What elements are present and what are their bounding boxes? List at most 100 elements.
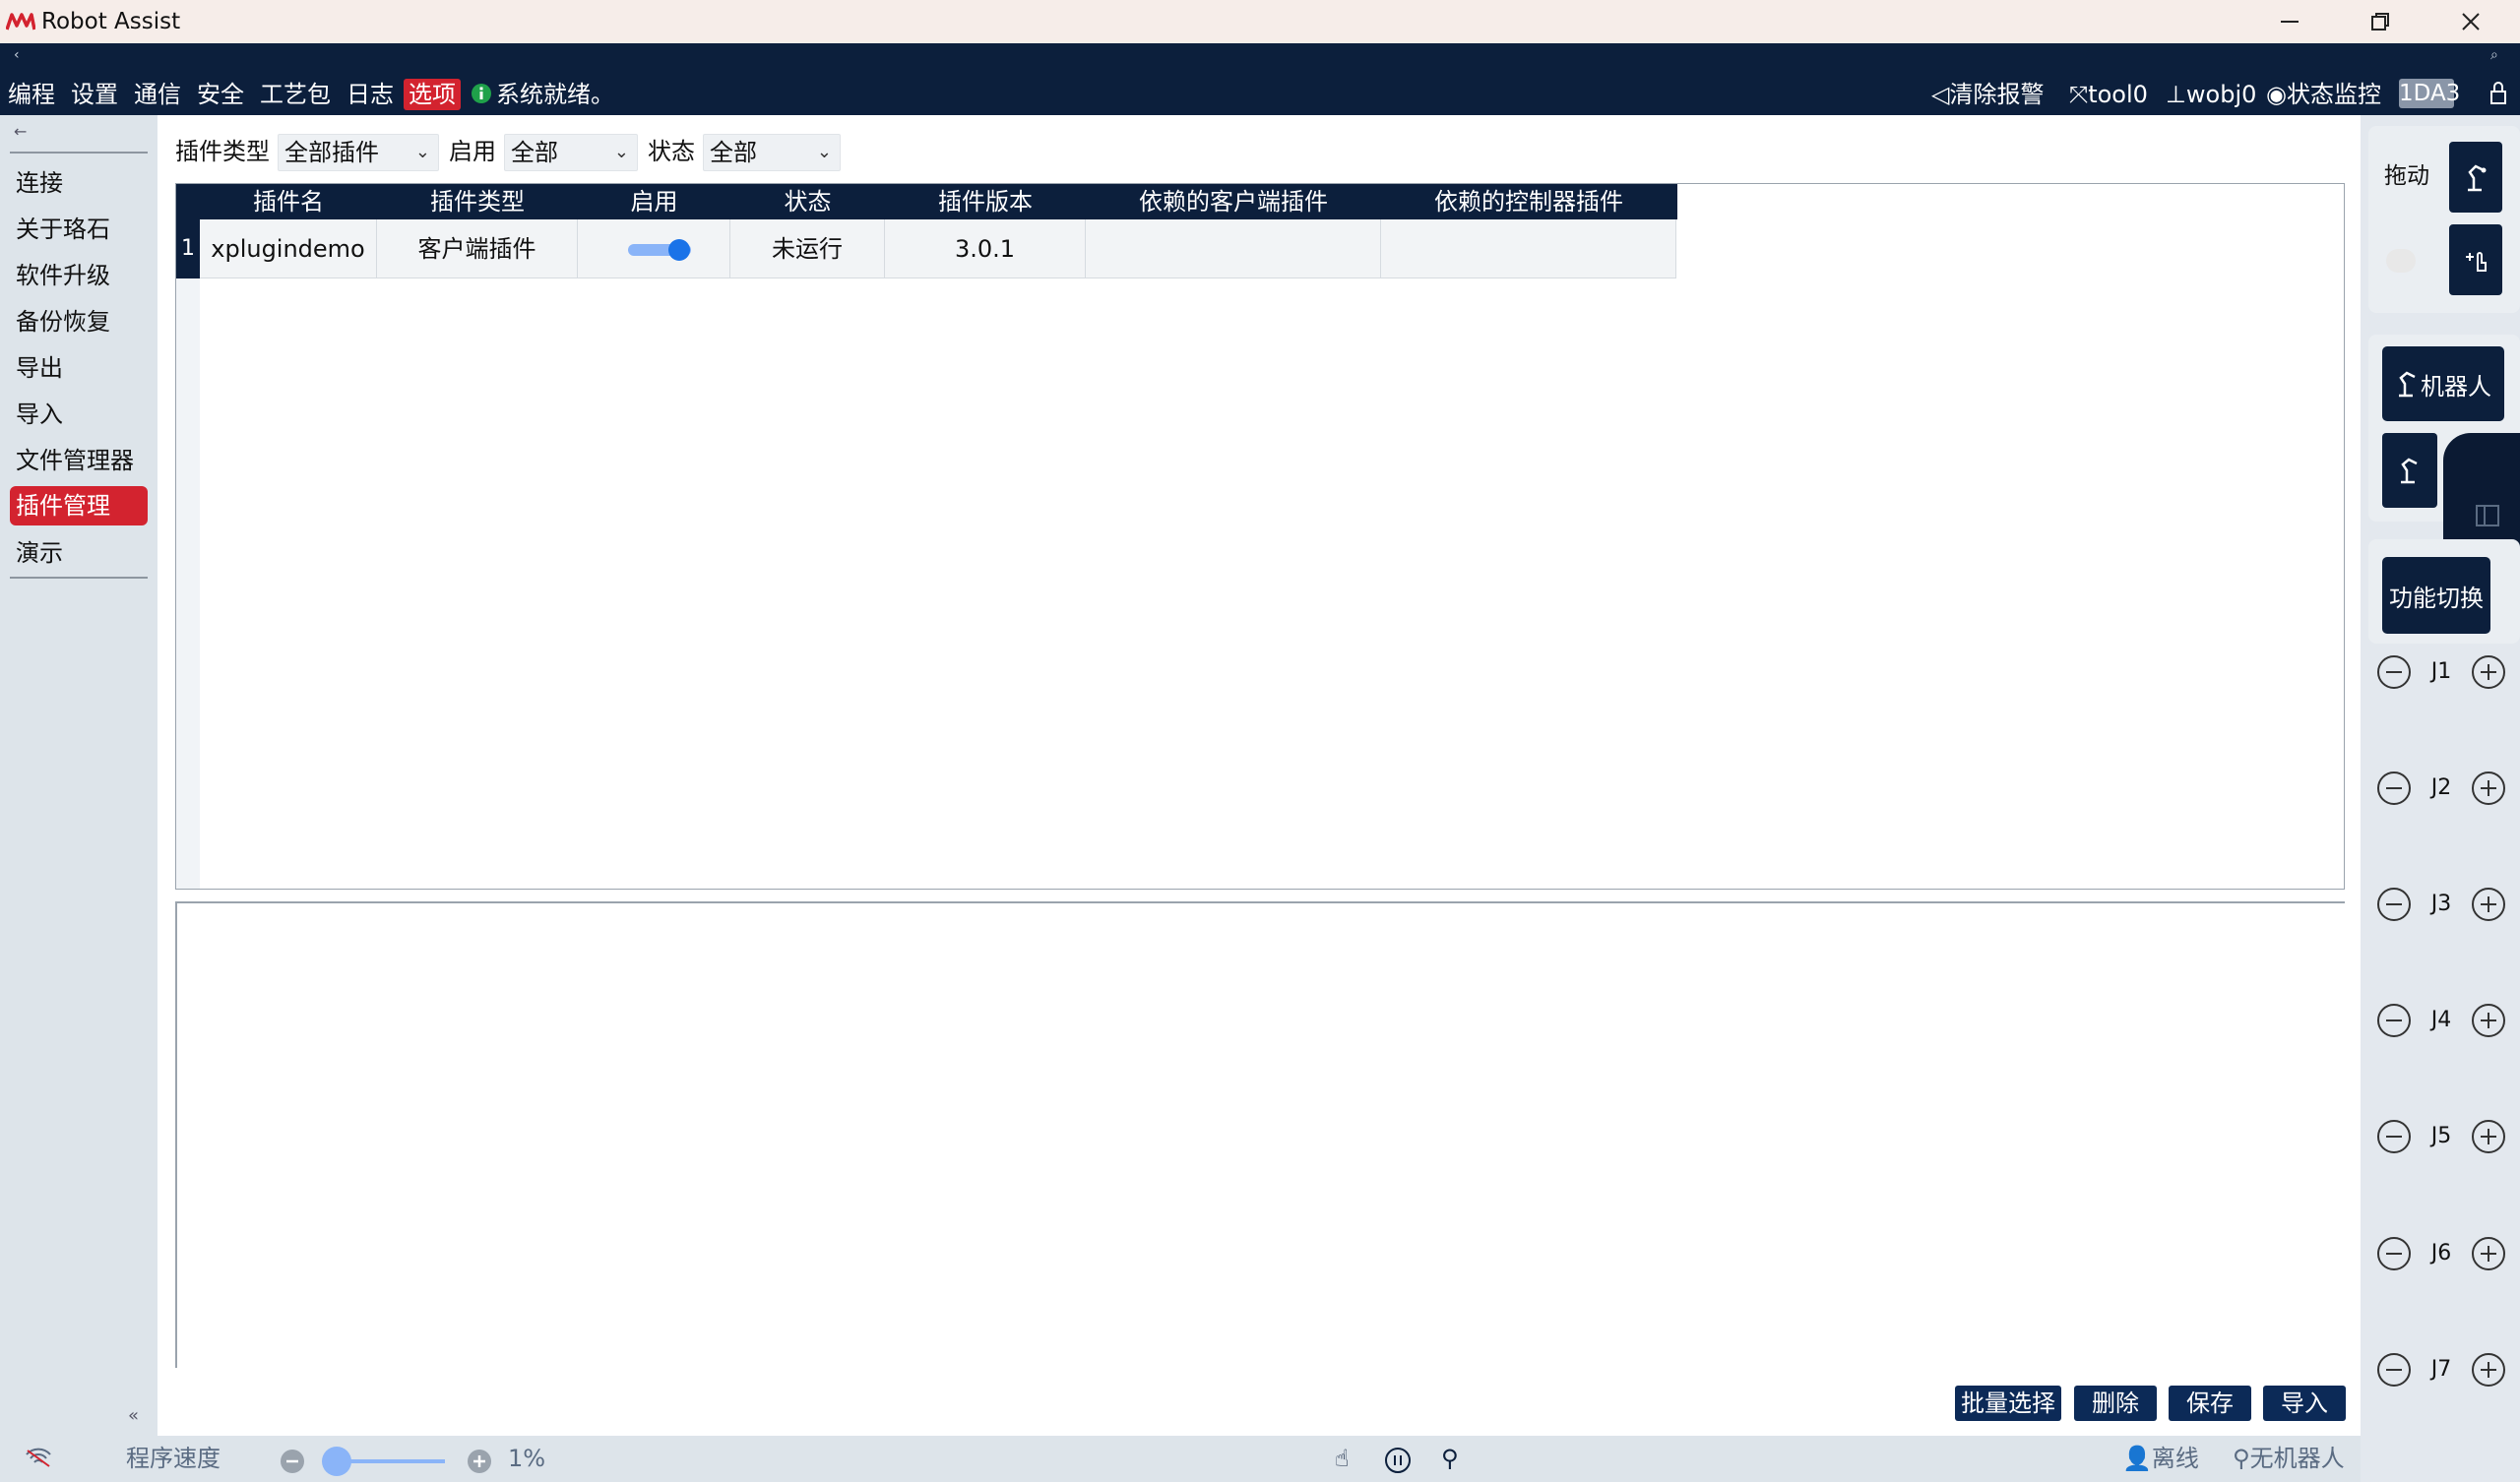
j1-minus-icon[interactable]: [2376, 654, 2412, 690]
robot-button[interactable]: 机器人: [2382, 346, 2504, 421]
state-filter-label: 状态: [648, 138, 695, 165]
row-header-gutter: [176, 219, 200, 889]
eye-icon: ◉: [2266, 81, 2287, 108]
j5-plus-icon[interactable]: [2471, 1119, 2506, 1154]
system-status-text: 系统就绪。: [496, 81, 614, 108]
state-monitor-button[interactable]: ◉状态监控: [2266, 79, 2381, 110]
menu-process-package[interactable]: 工艺包: [260, 79, 331, 110]
program-speed-slider[interactable]: [321, 1447, 449, 1476]
pause-icon[interactable]: [1384, 1447, 1412, 1474]
title-bar: [0, 0, 2520, 43]
controller-badge[interactable]: 1DA3: [2399, 79, 2460, 108]
slider-handle[interactable]: [322, 1447, 351, 1476]
cell-plugin-version[interactable]: 3.0.1: [885, 219, 1086, 278]
hand-guide-button[interactable]: [2449, 224, 2502, 295]
close-icon: [2462, 13, 2480, 31]
j5-minus-icon[interactable]: [2376, 1119, 2412, 1154]
sidebar-item-demo[interactable]: 演示: [10, 533, 148, 573]
import-button[interactable]: 导入: [2263, 1386, 2346, 1421]
sidebar-collapse-icon[interactable]: «: [128, 1405, 139, 1426]
menu-settings[interactable]: 设置: [71, 79, 118, 110]
j6-plus-icon[interactable]: [2471, 1236, 2506, 1271]
robot-arm-button[interactable]: [2382, 433, 2437, 508]
j3-minus-icon[interactable]: [2376, 887, 2412, 922]
save-button[interactable]: 保存: [2169, 1386, 2251, 1421]
state-filter-select[interactable]: 全部 ⌄: [703, 134, 841, 171]
column-header-version[interactable]: 插件版本: [885, 184, 1086, 219]
speed-value: 1%: [508, 1445, 546, 1472]
menu-log[interactable]: 日志: [346, 79, 394, 110]
cell-plugin-type[interactable]: 客户端插件: [377, 219, 578, 278]
hand-mode-icon[interactable]: ☝: [1335, 1445, 1350, 1472]
lock-icon[interactable]: [2488, 81, 2508, 106]
drag-robot-button[interactable]: [2449, 142, 2502, 213]
j6-minus-icon[interactable]: [2376, 1236, 2412, 1271]
search-icon[interactable]: ⌕: [2490, 47, 2498, 63]
wobj-label: wobj0: [2185, 81, 2257, 108]
plugin-type-label: 插件类型: [175, 138, 270, 165]
sidebar-item-backup-restore[interactable]: 备份恢复: [10, 302, 148, 341]
menu-options[interactable]: 选项: [404, 79, 461, 110]
restore-icon: [2371, 13, 2389, 31]
restore-button[interactable]: [2335, 0, 2426, 43]
state-monitor-label: 状态监控: [2286, 81, 2381, 108]
cell-controller-deps[interactable]: [1381, 219, 1676, 278]
drag-label: 拖动: [2384, 163, 2429, 189]
robot-arm-icon: [2399, 371, 2416, 398]
column-header-enabled[interactable]: 启用: [578, 184, 730, 219]
enable-filter-label: 启用: [449, 138, 496, 165]
column-header-client-deps[interactable]: 依赖的客户端插件: [1086, 184, 1381, 219]
wobj-selector[interactable]: ⊥wobj0: [2166, 79, 2256, 110]
joint-label-j1: J1: [2430, 659, 2452, 684]
menu-communication[interactable]: 通信: [134, 79, 181, 110]
sidebar-item-connect[interactable]: 连接: [10, 163, 148, 203]
delete-button[interactable]: 删除: [2074, 1386, 2157, 1421]
column-header-name[interactable]: 插件名: [200, 184, 377, 219]
chevron-down-icon: ⌄: [816, 142, 832, 162]
collapse-arrow-icon[interactable]: ‹: [14, 47, 20, 63]
column-header-type[interactable]: 插件类型: [377, 184, 578, 219]
speed-plus-icon[interactable]: [467, 1449, 492, 1474]
tool-icon: ⤧: [2069, 81, 2089, 108]
column-header-state[interactable]: 状态: [730, 184, 885, 219]
j4-plus-icon[interactable]: [2471, 1003, 2506, 1038]
column-header-controller-deps[interactable]: 依赖的控制器插件: [1381, 184, 1676, 219]
state-filter-value: 全部: [710, 139, 757, 166]
robot-arm-icon: [2468, 164, 2487, 192]
sidebar-back-icon[interactable]: ←: [14, 122, 27, 141]
sidebar-item-software-upgrade[interactable]: 软件升级: [10, 256, 148, 295]
j2-plus-icon[interactable]: [2471, 771, 2506, 806]
robot-button-label: 机器人: [2421, 372, 2491, 401]
close-button[interactable]: [2426, 0, 2516, 43]
plugin-type-select[interactable]: 全部插件 ⌄: [278, 134, 439, 171]
robot-arm-icon: [2401, 458, 2418, 484]
j7-minus-icon[interactable]: [2376, 1352, 2412, 1388]
robot-pose-icon[interactable]: ⚲: [1441, 1445, 1459, 1472]
hand-pointer-icon: [2466, 252, 2487, 272]
batch-select-button[interactable]: 批量选择: [1955, 1386, 2061, 1421]
j2-minus-icon[interactable]: [2376, 771, 2412, 806]
function-switch-button[interactable]: 功能切换: [2382, 557, 2490, 634]
cell-plugin-name[interactable]: xplugindemo: [200, 219, 377, 278]
sidebar-item-import[interactable]: 导入: [10, 395, 148, 434]
cell-plugin-state[interactable]: 未运行: [730, 219, 885, 278]
menu-safety[interactable]: 安全: [197, 79, 244, 110]
sidebar-item-file-manager[interactable]: 文件管理器: [10, 441, 148, 480]
sidebar-item-export[interactable]: 导出: [10, 348, 148, 388]
j7-plus-icon[interactable]: [2471, 1352, 2506, 1388]
tool-selector[interactable]: ⤧tool0: [2069, 79, 2148, 110]
enable-toggle[interactable]: [628, 239, 691, 261]
drag-toggle[interactable]: [2386, 249, 2416, 273]
j4-minus-icon[interactable]: [2376, 1003, 2412, 1038]
cell-client-deps[interactable]: [1086, 219, 1381, 278]
sidebar-item-plugin-management[interactable]: 插件管理: [10, 486, 148, 525]
minimize-button[interactable]: [2244, 0, 2335, 43]
joint-label-j2: J2: [2430, 775, 2452, 800]
enable-filter-select[interactable]: 全部 ⌄: [504, 134, 638, 171]
menu-programming[interactable]: 编程: [8, 79, 55, 110]
speed-minus-icon[interactable]: [280, 1449, 305, 1474]
j3-plus-icon[interactable]: [2471, 887, 2506, 922]
clear-alarm-button[interactable]: ◁清除报警: [1931, 79, 2044, 110]
j1-plus-icon[interactable]: [2471, 654, 2506, 690]
sidebar-item-about[interactable]: 关于珞石: [10, 210, 148, 249]
